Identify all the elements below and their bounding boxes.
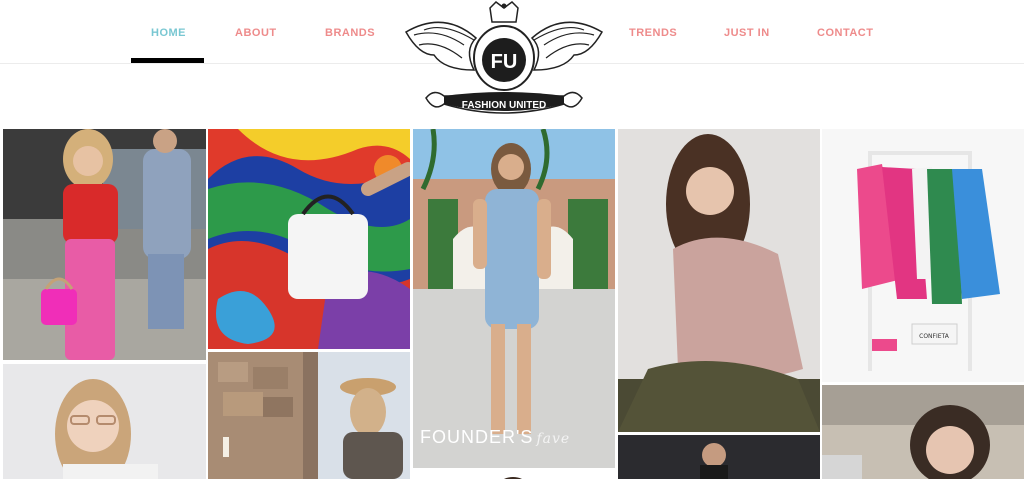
lower-strip-image — [413, 474, 615, 479]
nav-brands[interactable]: BRANDS — [325, 27, 375, 39]
nav-contact[interactable]: CONTACT — [817, 27, 873, 39]
logo-monogram: FU — [491, 51, 518, 73]
cabin-interior-photo[interactable] — [208, 352, 410, 479]
clothing-rack-image: CONFIETA — [822, 129, 1024, 382]
rack-sign-text: CONFIETA — [919, 333, 950, 340]
model-blush-top-image — [618, 129, 820, 432]
nav-home[interactable]: HOME — [151, 27, 186, 39]
founders-fave-photo[interactable]: FOUNDER'S fave — [413, 129, 615, 468]
logo-wordmark: FASHION UNITED — [462, 100, 546, 111]
sofa-portrait-photo[interactable] — [822, 385, 1024, 479]
street-style-image — [3, 129, 206, 360]
founders-fave-script: fave — [536, 431, 571, 447]
mural-bag-photo[interactable] — [208, 129, 410, 349]
founders-fave-image — [413, 129, 615, 468]
portrait-image — [3, 364, 206, 479]
logo-crest-icon: FU FASHION UNITED — [404, 1, 604, 114]
nav-just-in[interactable]: JUST IN — [724, 27, 770, 39]
dark-portrait-image — [618, 435, 820, 479]
lower-photo-strip[interactable] — [413, 470, 615, 479]
nav-about[interactable]: ABOUT — [235, 27, 277, 39]
dark-portrait-photo[interactable] — [618, 435, 820, 479]
street-style-photo[interactable] — [3, 129, 206, 360]
nav-active-underline — [131, 58, 204, 63]
model-blush-top-photo[interactable] — [618, 129, 820, 432]
sofa-portrait-image — [822, 385, 1024, 479]
fashion-united-logo[interactable]: FU FASHION UNITED — [404, 0, 604, 125]
nav-trends[interactable]: TRENDS — [629, 27, 677, 39]
mural-bag-image — [208, 129, 410, 349]
cabin-interior-image — [208, 352, 410, 479]
clothing-rack-photo[interactable]: CONFIETA — [822, 129, 1024, 382]
founders-fave-main: FOUNDER'S — [420, 427, 534, 447]
portrait-photo[interactable] — [3, 364, 206, 479]
founders-fave-title: FOUNDER'S fave — [420, 427, 570, 448]
